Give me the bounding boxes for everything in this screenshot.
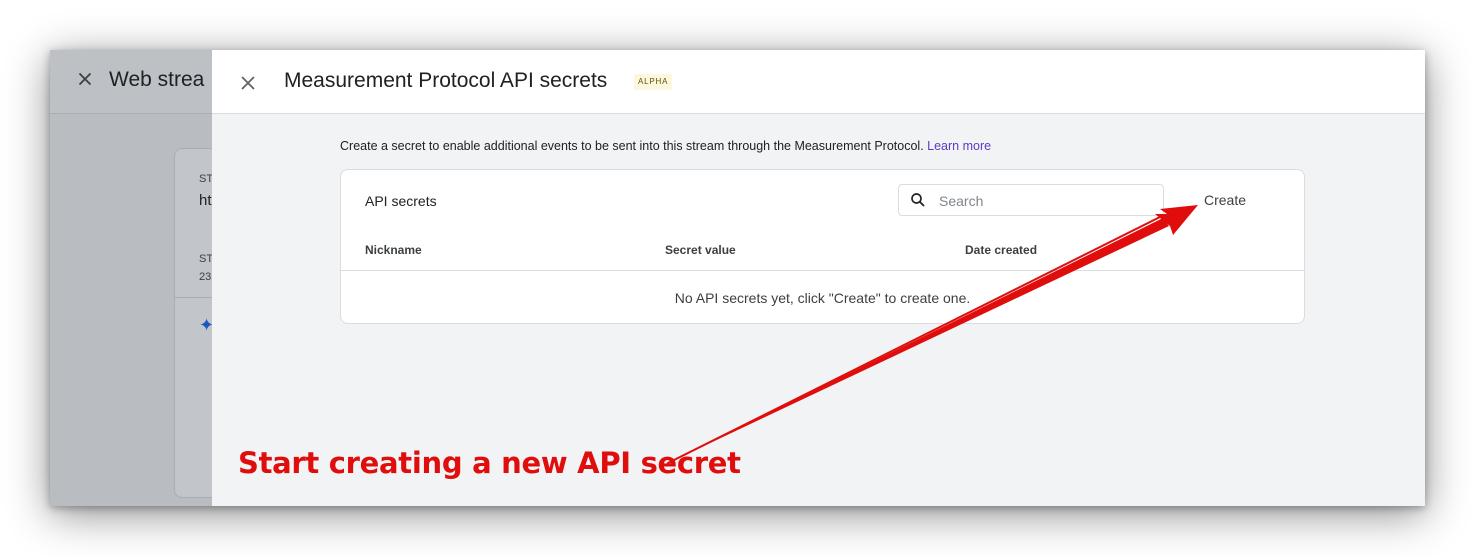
table-header-divider — [341, 270, 1304, 271]
column-header-nickname[interactable]: Nickname — [365, 243, 422, 257]
search-icon — [911, 193, 925, 207]
background-value: ht — [199, 192, 212, 209]
search-input[interactable] — [939, 191, 1154, 211]
table-title: API secrets — [365, 193, 437, 209]
column-header-secret-value[interactable]: Secret value — [665, 243, 736, 257]
background-title: Web strea — [109, 68, 205, 91]
empty-state-message: No API secrets yet, click "Create" to cr… — [674, 290, 971, 306]
background-close-icon[interactable] — [74, 68, 96, 90]
alpha-badge: ALPHA — [634, 74, 673, 90]
column-header-date-created[interactable]: Date created — [965, 243, 1037, 257]
api-secrets-table: API secrets Create Nickname Secret value… — [340, 169, 1305, 324]
background-value: 23 — [199, 271, 212, 283]
close-icon[interactable] — [236, 71, 260, 95]
app-window: Web strea ST ht ST 23 ✦ Measurement Prot… — [50, 50, 1425, 506]
search-box[interactable] — [898, 184, 1164, 216]
intro-text: Create a secret to enable additional eve… — [340, 139, 991, 153]
background-label: ST — [199, 173, 214, 185]
panel-header: Measurement Protocol API secrets ALPHA — [212, 50, 1425, 114]
page-title: Measurement Protocol API secrets — [284, 69, 608, 92]
intro-description: Create a secret to enable additional eve… — [340, 139, 924, 153]
create-button[interactable]: Create — [1189, 184, 1261, 216]
learn-more-link[interactable]: Learn more — [927, 139, 991, 153]
annotation-caption: Start creating a new API secret — [238, 446, 741, 480]
background-label: ST — [199, 253, 214, 265]
api-secrets-panel: Measurement Protocol API secrets ALPHA C… — [212, 50, 1425, 506]
